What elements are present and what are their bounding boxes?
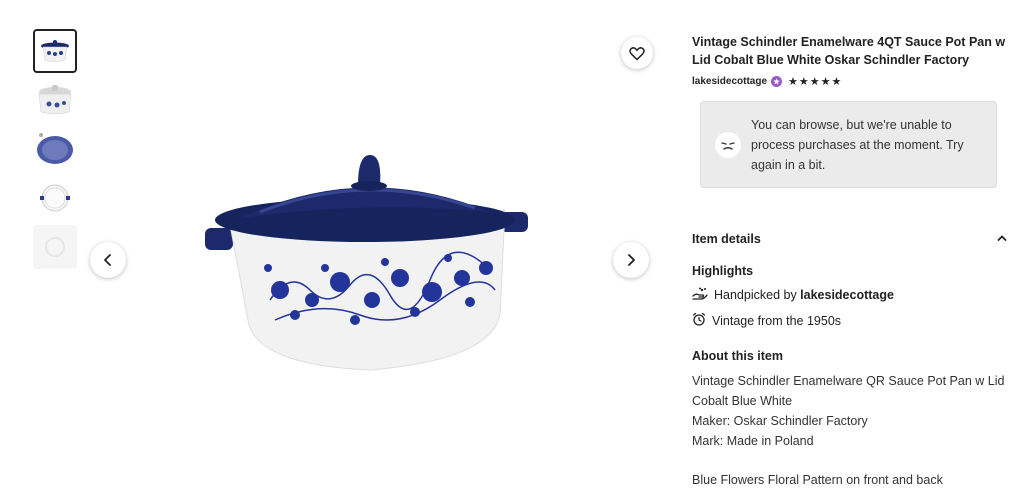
item-details-toggle[interactable]: Item details bbox=[692, 232, 1007, 246]
shop-line: lakesidecottage ★★★★★ bbox=[692, 75, 1007, 88]
alarm-clock-icon bbox=[692, 312, 706, 329]
about-line: Vintage Schindler Enamelware QR Sauce Po… bbox=[692, 374, 1005, 388]
handpicked-row: Handpicked by lakesidecottage bbox=[692, 287, 1007, 303]
about-heading: About this item bbox=[692, 349, 783, 363]
thumbnail-5[interactable] bbox=[33, 225, 77, 269]
sad-face-icon bbox=[715, 131, 741, 158]
previous-image-button[interactable] bbox=[90, 242, 126, 278]
chevron-up-icon bbox=[997, 233, 1007, 245]
heart-icon bbox=[629, 46, 645, 60]
next-image-button[interactable] bbox=[613, 242, 649, 278]
about-description: Vintage Schindler Enamelware QR Sauce Po… bbox=[692, 371, 1007, 490]
about-line: Mark: Made in Poland bbox=[692, 434, 814, 448]
rating-stars[interactable]: ★★★★★ bbox=[788, 75, 842, 88]
handpicked-text: Handpicked by lakesidecottage bbox=[714, 288, 894, 302]
item-details-heading: Item details bbox=[692, 232, 761, 246]
thumbnail-4[interactable] bbox=[33, 176, 77, 220]
listing-info-panel: Vintage Schindler Enamelware 4QT Sauce P… bbox=[692, 33, 1007, 490]
listing-title: Vintage Schindler Enamelware 4QT Sauce P… bbox=[692, 35, 1006, 67]
thumbnail-strip bbox=[33, 29, 77, 274]
shop-name-link[interactable]: lakesidecottage bbox=[692, 76, 767, 87]
about-line: Blue Flowers Floral Pattern on front and… bbox=[692, 473, 943, 487]
about-line: Maker: Oskar Schindler Factory bbox=[692, 414, 868, 428]
chevron-right-icon bbox=[628, 254, 635, 266]
main-product-image bbox=[200, 150, 530, 380]
hand-icon bbox=[692, 287, 708, 303]
chevron-left-icon bbox=[104, 254, 111, 266]
vintage-text: Vintage from the 1950s bbox=[712, 313, 842, 328]
thumbnail-1[interactable] bbox=[33, 29, 77, 73]
star-seller-badge-icon bbox=[771, 76, 783, 87]
thumbnail-3[interactable] bbox=[33, 127, 77, 171]
purchase-unavailable-notice: You can browse, but we're unable to proc… bbox=[700, 101, 997, 188]
handpicked-shop-link[interactable]: lakesidecottage bbox=[800, 288, 894, 302]
vintage-row: Vintage from the 1950s bbox=[692, 312, 1007, 329]
highlights-heading: Highlights bbox=[692, 264, 754, 278]
about-line: Cobalt Blue White bbox=[692, 394, 793, 408]
thumbnail-2[interactable] bbox=[33, 78, 77, 122]
notice-text: You can browse, but we're unable to proc… bbox=[751, 117, 964, 172]
favorite-button[interactable] bbox=[621, 37, 653, 69]
